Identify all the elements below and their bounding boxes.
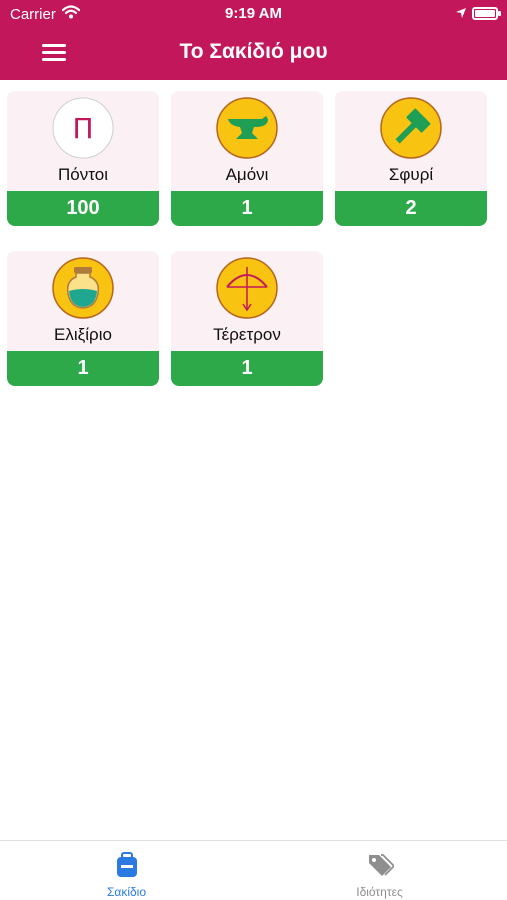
item-label: Πόντοι — [58, 165, 108, 184]
item-count: 1 — [171, 191, 323, 226]
inventory-item-bow-drill[interactable]: Τέρετρον 1 — [171, 251, 323, 386]
points-letter-icon: Π — [52, 97, 114, 159]
item-label: Αμόνι — [225, 165, 269, 184]
item-label: Τέρετρον — [213, 325, 281, 344]
item-count: 100 — [7, 191, 159, 226]
navigation-bar: Το Σακίδιό μου — [0, 28, 507, 80]
backpack-icon — [113, 851, 141, 879]
battery-icon — [472, 7, 501, 20]
tab-label: Σακίδιο — [106, 885, 147, 899]
item-count: 1 — [171, 351, 323, 386]
item-label: Σφυρί — [388, 165, 434, 184]
tab-bar: Σακίδιο Ιδιότητες — [0, 840, 507, 900]
tab-attributes[interactable]: Ιδιότητες — [253, 841, 506, 900]
location-arrow-icon — [455, 6, 467, 23]
item-count: 2 — [335, 191, 487, 226]
status-bar: Carrier 9:19 AM — [0, 0, 507, 28]
anvil-icon — [216, 97, 278, 159]
item-label: Ελιξίριο — [54, 325, 112, 344]
bow-drill-icon — [216, 257, 278, 319]
hammer-icon — [380, 97, 442, 159]
tab-backpack[interactable]: Σακίδιο — [0, 841, 253, 900]
tab-label: Ιδιότητες — [356, 885, 403, 899]
tags-icon — [366, 851, 396, 879]
points-letter: Π — [72, 112, 93, 145]
page-title: Το Σακίδιό μου — [179, 40, 328, 63]
app-header: Carrier 9:19 AM Το Σακίδιό μου — [0, 0, 507, 80]
inventory-item-points[interactable]: Π Πόντοι 100 — [7, 91, 159, 226]
item-count: 1 — [7, 351, 159, 386]
inventory-item-anvil[interactable]: Αμόνι 1 — [171, 91, 323, 226]
inventory-item-hammer[interactable]: Σφυρί 2 — [335, 91, 487, 226]
elixir-jar-icon — [52, 257, 114, 319]
inventory-item-elixir[interactable]: Ελιξίριο 1 — [7, 251, 159, 386]
status-time: 9:19 AM — [225, 5, 282, 22]
